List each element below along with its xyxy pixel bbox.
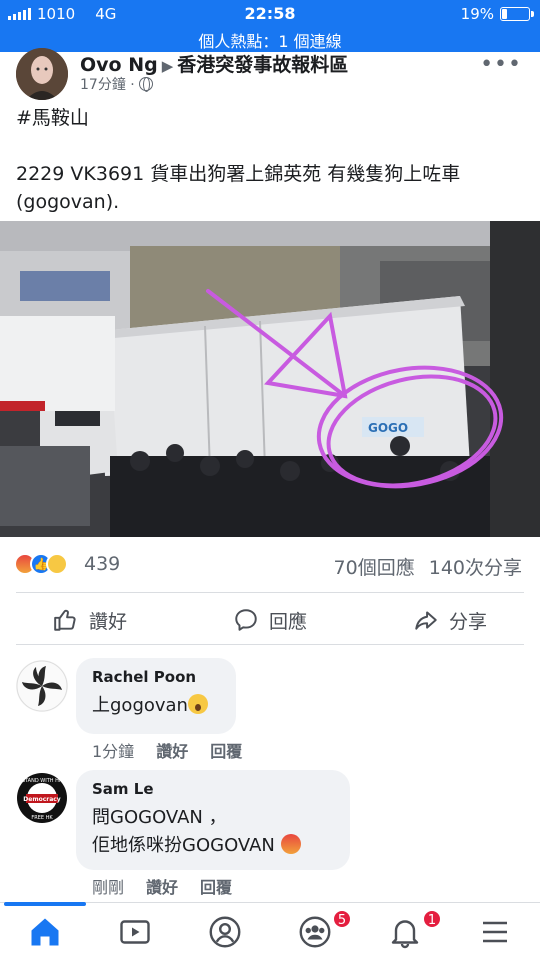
comment-label: 回應 — [268, 610, 307, 633]
status-right: 19% — [460, 5, 534, 23]
more-options-icon[interactable]: ••• — [480, 52, 522, 77]
group-name[interactable]: 香港突發事故報料區 — [177, 54, 348, 76]
share-button[interactable]: 分享 — [360, 600, 540, 640]
home-icon — [31, 918, 59, 945]
comment-time: 剛剛 — [92, 878, 125, 897]
badge-mid-text: Democracy — [23, 796, 61, 803]
battery-level — [502, 9, 508, 19]
author-avatar[interactable] — [16, 48, 68, 100]
comment-time: 1分鐘 — [92, 742, 135, 761]
video-play-icon — [120, 919, 150, 944]
share-label: 分享 — [448, 610, 487, 633]
bell-icon — [391, 919, 419, 948]
comment-text-line-1: 問GOGOVAN ， — [92, 807, 227, 828]
like-button[interactable]: 讚好 — [0, 600, 180, 640]
divider — [16, 592, 524, 593]
battery-percent: 19% — [460, 5, 494, 23]
reaction-count[interactable]: 439 — [84, 553, 120, 575]
commenter-avatar[interactable]: Democracy STAND WITH HK FREE HK — [16, 772, 68, 824]
comment-text-line-2: 佢地係咪扮GOGOVAN — [92, 832, 334, 860]
tab-menu[interactable] — [450, 903, 540, 960]
post-stats: 70個回應 140次分享 — [334, 553, 522, 580]
democracy-badge-icon: Democracy STAND WITH HK FREE HK — [17, 773, 67, 823]
groups-badge: 5 — [332, 909, 352, 929]
badge-top-text: STAND WITH HK — [22, 778, 63, 784]
status-time: 22:58 — [244, 4, 296, 23]
comment-footer: 剛剛 讚好 回覆 — [92, 874, 232, 898]
comment-reply-button[interactable]: 回覆 — [200, 874, 232, 898]
profile-icon — [209, 916, 241, 947]
divider — [16, 644, 524, 645]
comment-like-button[interactable]: 讚好 — [156, 738, 188, 762]
notifications-badge: 1 — [422, 909, 442, 929]
triangle-right-icon: ▶ — [161, 57, 174, 75]
comment-like-button[interactable]: 讚好 — [146, 874, 178, 898]
post-time[interactable]: 17分鐘 · — [80, 74, 135, 94]
badge-bottom-text: FREE HK — [31, 815, 53, 821]
hotspot-banner[interactable]: 個人熱點：1 個連線 — [0, 28, 540, 52]
commenter-avatar[interactable] — [16, 660, 68, 712]
comment-bubble[interactable]: Sam Le 問GOGOVAN ， 佢地係咪扮GOGOVAN — [76, 770, 350, 870]
share-arrow-icon — [415, 611, 437, 630]
comment-button[interactable]: 回應 — [180, 600, 360, 640]
comment-text-content: 上gogovan — [92, 695, 188, 716]
reactions-bar: 👍 439 70個回應 140次分享 — [0, 548, 540, 582]
reaction-icons[interactable]: 👍 — [14, 553, 68, 575]
tab-profile[interactable] — [180, 903, 270, 960]
comment-text: 上gogovan — [92, 692, 220, 720]
thumbs-up-icon — [54, 609, 76, 631]
comments-count[interactable]: 70個回應 — [334, 553, 415, 580]
avatar-image — [16, 48, 68, 100]
battery-icon — [500, 7, 534, 21]
commenter-name[interactable]: Sam Le — [92, 780, 334, 798]
like-label: 讚好 — [88, 610, 127, 633]
tab-home[interactable] — [0, 902, 90, 960]
post-meta: 17分鐘 · — [80, 74, 153, 94]
post-header: Ovo Ng ▶ 香港突發事故報料區 17分鐘 · ••• — [0, 48, 540, 100]
photo-scene: GOGO — [0, 221, 540, 537]
globe-icon — [138, 77, 153, 92]
groups-icon — [299, 916, 331, 947]
post-author-line: Ovo Ng ▶ 香港突發事故報料區 — [80, 50, 348, 77]
status-bar: 1010 4G 22:58 19% 個人熱點：1 個連線 — [0, 0, 540, 52]
shares-count[interactable]: 140次分享 — [429, 553, 522, 580]
haha-reaction-icon — [46, 553, 68, 575]
image-logo-text: GOGO — [368, 421, 408, 435]
commenter-name[interactable]: Rachel Poon — [92, 668, 220, 686]
angry-emoji-icon — [280, 834, 301, 854]
hashtag-link[interactable]: #馬鞍山 — [16, 104, 526, 132]
author-name[interactable]: Ovo Ng — [80, 54, 158, 76]
speech-bubble-icon — [235, 609, 257, 631]
post-body: 2229 VK3691 貨車出狗署上錦英苑 有幾隻狗上咗車 (gogovan). — [16, 163, 461, 213]
comment-bubble[interactable]: Rachel Poon 上gogovan — [76, 658, 236, 734]
comment-text-content: 佢地係咪扮GOGOVAN — [92, 835, 275, 856]
comment-footer: 1分鐘 讚好 回覆 — [92, 738, 242, 762]
tab-groups[interactable]: 5 — [270, 903, 360, 960]
tab-notifications[interactable]: 1 — [360, 903, 450, 960]
post-text: #馬鞍山 2229 VK3691 貨車出狗署上錦英苑 有幾隻狗上咗車 (gogo… — [16, 104, 526, 216]
bottom-tab-bar: 5 1 — [0, 902, 540, 960]
tab-watch[interactable] — [90, 903, 180, 960]
wow-emoji-icon — [187, 694, 208, 714]
comment-reply-button[interactable]: 回覆 — [210, 738, 242, 762]
hamburger-menu-icon — [483, 921, 507, 942]
post-image[interactable]: GOGO — [0, 221, 540, 537]
bauhinia-flower-icon — [16, 660, 68, 712]
post-actions: 讚好 回應 分享 — [0, 600, 540, 640]
